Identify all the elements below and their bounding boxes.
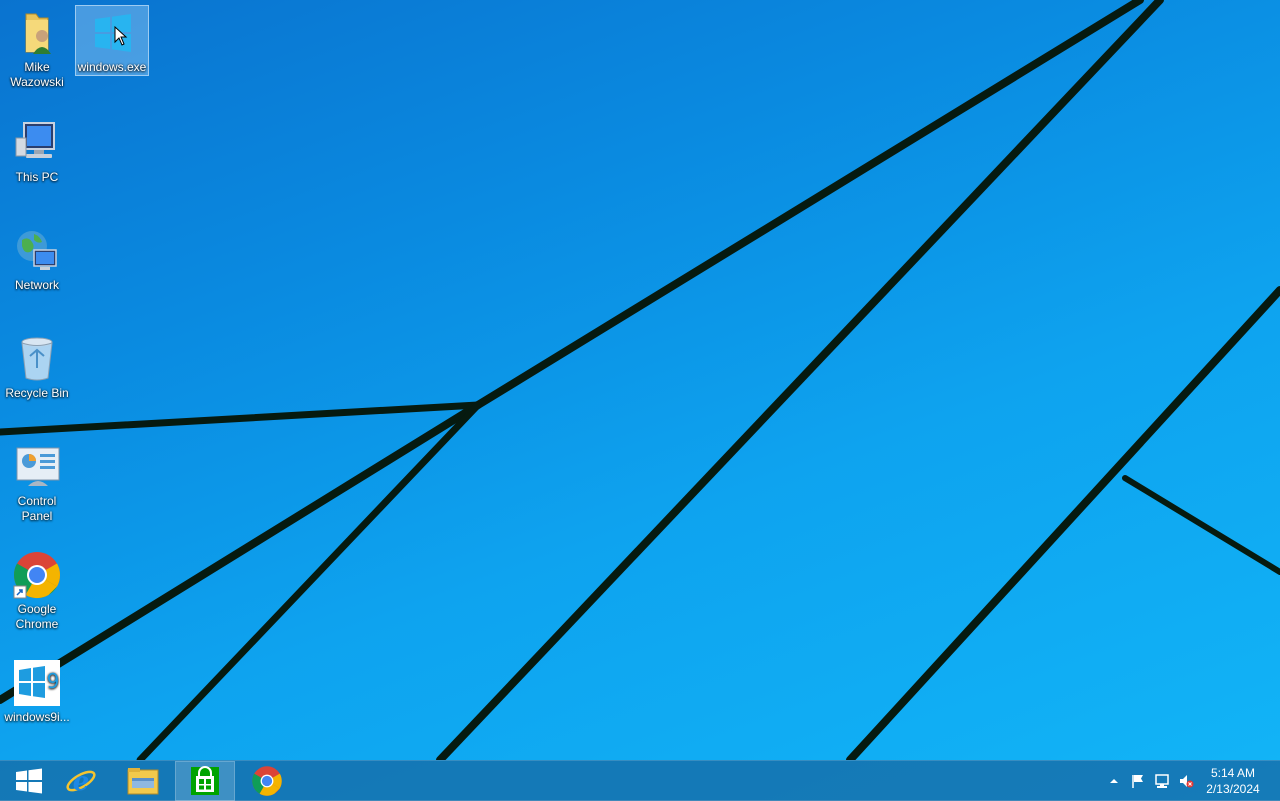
- clock-time: 5:14 AM: [1210, 766, 1256, 780]
- windows-logo-icon: [87, 8, 137, 58]
- recycle-bin-icon: [12, 334, 62, 384]
- file-explorer-icon: [127, 768, 159, 795]
- desktop-icon-label: Mike Wazowski: [10, 60, 64, 89]
- start-button[interactable]: [0, 762, 58, 800]
- system-tray: 5:14 AM 2/13/2024: [1090, 761, 1280, 801]
- desktop-icon-label: Network: [14, 278, 59, 292]
- chrome-icon: [12, 550, 62, 600]
- desktop-icon-label: This PC: [15, 170, 59, 184]
- action-center-flag-icon[interactable]: [1130, 773, 1146, 789]
- windows-start-icon: [16, 768, 42, 794]
- desktop-icon-control-panel[interactable]: Control Panel: [1, 440, 73, 524]
- taskbar-chrome[interactable]: [238, 762, 296, 800]
- svg-text:e: e: [73, 767, 90, 797]
- mouse-cursor-icon: [114, 26, 128, 46]
- wallpaper-lines: [0, 0, 1280, 760]
- desktop-icon-this-pc[interactable]: This PC: [1, 116, 73, 185]
- user-folder-icon: [12, 8, 62, 58]
- taskbar: e 5:14 AM 2/13/2024: [0, 760, 1280, 801]
- desktop-icon-label: Control Panel: [17, 494, 57, 523]
- taskbar-store[interactable]: [175, 761, 235, 801]
- desktop-icon-label: Google Chrome: [15, 602, 59, 631]
- desktop-icon-recycle-bin[interactable]: Recycle Bin: [1, 332, 73, 401]
- ie-icon: e: [66, 767, 96, 797]
- desktop-icon-network[interactable]: Network: [1, 224, 73, 293]
- taskbar-file-explorer[interactable]: [114, 762, 172, 800]
- desktop[interactable]: Mike Wazowski windows.exe This PC Networ…: [0, 0, 1280, 800]
- show-hidden-icons-arrow[interactable]: [1106, 773, 1122, 789]
- windows9-icon: 9: [12, 658, 62, 708]
- network-icon[interactable]: [1154, 773, 1170, 789]
- taskbar-internet-explorer[interactable]: e: [52, 762, 110, 800]
- network-icon: [12, 226, 62, 276]
- desktop-icon-google-chrome[interactable]: Google Chrome: [1, 548, 73, 632]
- desktop-icon-windows-exe[interactable]: windows.exe: [75, 5, 149, 76]
- desktop-icon-label: windows9i...: [4, 710, 70, 724]
- volume-muted-icon[interactable]: [1178, 773, 1194, 789]
- chrome-icon: [252, 766, 282, 796]
- store-icon: [191, 766, 219, 795]
- taskbar-clock[interactable]: 5:14 AM 2/13/2024: [1198, 765, 1268, 797]
- computer-icon: [12, 118, 62, 168]
- desktop-icon-label: Recycle Bin: [5, 386, 69, 400]
- desktop-icon-mike-wazowski[interactable]: Mike Wazowski: [1, 6, 73, 90]
- svg-text:9: 9: [47, 669, 60, 693]
- control-panel-icon: [12, 442, 62, 492]
- desktop-icon-label: windows.exe: [77, 60, 147, 74]
- clock-date: 2/13/2024: [1206, 782, 1260, 796]
- desktop-icon-windows9[interactable]: 9 windows9i...: [1, 656, 73, 725]
